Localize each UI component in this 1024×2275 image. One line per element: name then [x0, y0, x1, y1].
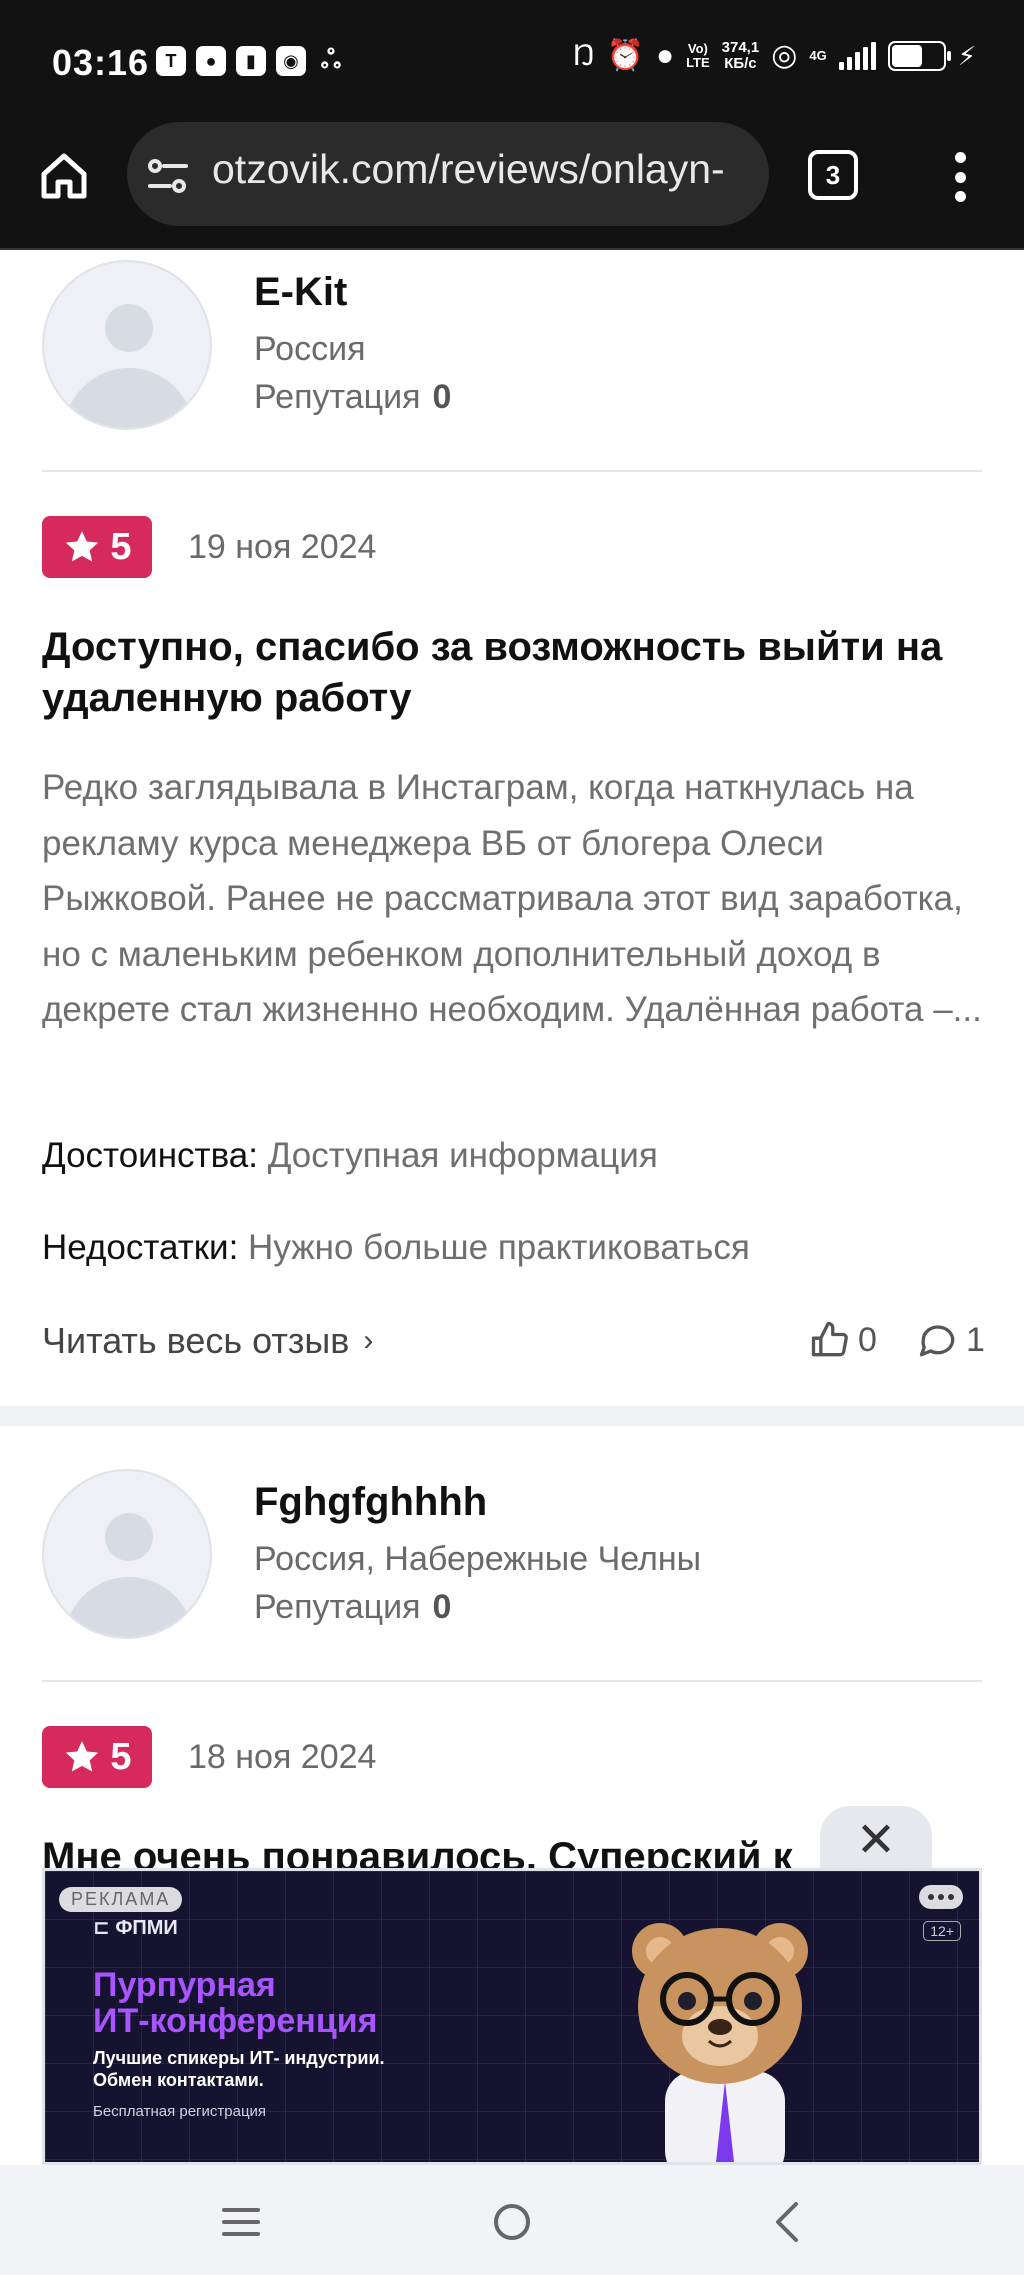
ad-subtitle-line1: Лучшие спикеры ИТ- индустрии. — [93, 2048, 385, 2068]
more-menu-icon[interactable] — [950, 152, 970, 202]
rating-badge: 5 — [42, 516, 152, 578]
ad-subtitle-line2: Обмен контактами. — [93, 2070, 264, 2090]
cons-label: Недостатки: — [42, 1228, 239, 1267]
signal-icon — [838, 41, 876, 70]
review-date: 19 ноя 2024 — [188, 528, 377, 566]
divider — [42, 1680, 982, 1682]
thumbs-up-icon — [811, 1321, 848, 1357]
ad-age-rating: 12+ — [923, 1921, 961, 1941]
location-icon: ● — [196, 46, 226, 76]
reputation-label: Репутация — [254, 1588, 421, 1626]
comments-button[interactable]: 1 — [916, 1318, 985, 1362]
user-location: Россия, Набережные Челны — [254, 1540, 702, 1578]
recent-apps-icon[interactable] — [222, 2208, 260, 2236]
likes-count: 0 — [858, 1320, 877, 1359]
alarm-icon: ⏰ — [606, 38, 644, 72]
chevron-right-icon: › — [363, 1324, 374, 1357]
game-icon: ஃ — [320, 44, 342, 74]
star-icon — [66, 1741, 99, 1772]
review-title[interactable]: Доступно, спасибо за возможность выйти н… — [42, 622, 982, 724]
tabs-button[interactable]: 3 — [808, 150, 858, 200]
volte-top: Vo) — [687, 41, 708, 57]
user-location: Россия — [254, 330, 366, 368]
avatar[interactable] — [42, 1469, 212, 1639]
avatar[interactable] — [42, 260, 212, 430]
ad-label: РЕКЛАМА — [59, 1887, 183, 1912]
ad-title-line1: Пурпурная — [93, 1966, 276, 2004]
network-speed-value: 374,1 — [721, 39, 760, 56]
read-full-review-link[interactable]: Читать весь отзыв › — [42, 1320, 373, 1362]
ad-title-line2: ИТ-конференция — [93, 2002, 378, 2040]
ad-brand: ⊏ ФПМИ — [93, 1915, 178, 1940]
status-time: 03:16 — [52, 42, 150, 83]
comment-icon — [919, 1325, 955, 1357]
charging-icon: ⚡ — [957, 40, 976, 71]
review-pros: Достоинства: Доступная информация — [42, 1136, 658, 1176]
ad-title: Пурпурная ИТ-конференция — [93, 1967, 377, 2039]
user-reputation: Репутация 0 — [254, 378, 451, 417]
ad-registration: Бесплатная регистрация — [93, 2103, 267, 2120]
volte-icon: Vo) LTE — [686, 42, 710, 69]
location-icon: ● — [655, 38, 675, 72]
comments-count: 1 — [966, 1320, 985, 1359]
like-button[interactable]: 0 — [808, 1318, 877, 1362]
telegram-icon: T — [156, 46, 186, 76]
user-name[interactable]: Fghgfghhhh — [254, 1480, 487, 1525]
hotspot-icon: ◎ — [771, 38, 798, 72]
nfc-sound-icon: ◉ — [276, 46, 306, 76]
ad-banner[interactable]: РЕКЛАМА 12+ ⊏ ФПМИ Пурпурная ИТ-конферен… — [42, 1868, 982, 2165]
site-settings-icon[interactable] — [146, 156, 190, 196]
brand-logo-icon: ⊏ — [93, 1917, 116, 1939]
pros-value: Доступная информация — [267, 1136, 658, 1175]
section-separator — [0, 1406, 1024, 1426]
rating-badge: 5 — [42, 1726, 152, 1788]
back-icon[interactable] — [772, 2200, 802, 2244]
network-type: 4G — [809, 47, 827, 63]
review-cons: Недостатки: Нужно больше практиковаться — [42, 1228, 750, 1268]
ad-subtitle: Лучшие спикеры ИТ- индустрии. Обмен конт… — [93, 2047, 385, 2091]
notification-icons: T ● ▮ ◉ ஃ — [156, 44, 346, 76]
home-icon[interactable] — [38, 150, 90, 202]
rating-value: 5 — [110, 1735, 132, 1778]
network-speed: 374,1 КБ/с — [722, 40, 760, 72]
reputation-value: 0 — [432, 1588, 452, 1626]
nfc-icon: Ŋ — [572, 38, 595, 72]
bear-mascot-icon — [632, 1923, 808, 2162]
status-right-icons: Ŋ ⏰ ● Vo) LTE 374,1 КБ/с ◎ 4G ⚡ — [573, 40, 976, 72]
rating-value: 5 — [110, 525, 132, 568]
ad-brand-text: ФПМИ — [115, 1917, 178, 1939]
home-button-icon[interactable] — [494, 2204, 530, 2240]
review-body: Редко заглядывала в Инстаграм, когда нат… — [42, 768, 982, 1029]
cons-value: Нужно больше практиковаться — [248, 1228, 750, 1267]
pros-label: Достоинства: — [42, 1136, 258, 1175]
close-icon: ✕ — [855, 1814, 897, 1867]
star-icon — [66, 531, 99, 562]
review-date: 18 ноя 2024 — [188, 1738, 377, 1776]
reputation-value: 0 — [432, 378, 452, 416]
ad-menu-icon[interactable] — [919, 1885, 963, 1909]
ad-close-button[interactable]: ✕ — [820, 1806, 932, 1874]
battery-icon — [887, 40, 951, 71]
reputation-label: Репутация — [254, 378, 421, 416]
url-text[interactable]: otzovik.com/reviews/onlayn- — [212, 146, 757, 193]
network-speed-unit: КБ/с — [724, 54, 757, 72]
user-name[interactable]: E-Kit — [254, 270, 347, 315]
volte-bottom: LTE — [686, 54, 710, 70]
divider — [42, 470, 982, 472]
read-more-label: Читать весь отзыв — [42, 1320, 350, 1361]
app-icon: ▮ — [236, 46, 266, 76]
status-bar: 03:16 T ● ▮ ◉ ஃ Ŋ ⏰ ● Vo) LTE 374,1 КБ/с… — [0, 0, 1024, 125]
user-reputation: Репутация 0 — [254, 1588, 451, 1627]
